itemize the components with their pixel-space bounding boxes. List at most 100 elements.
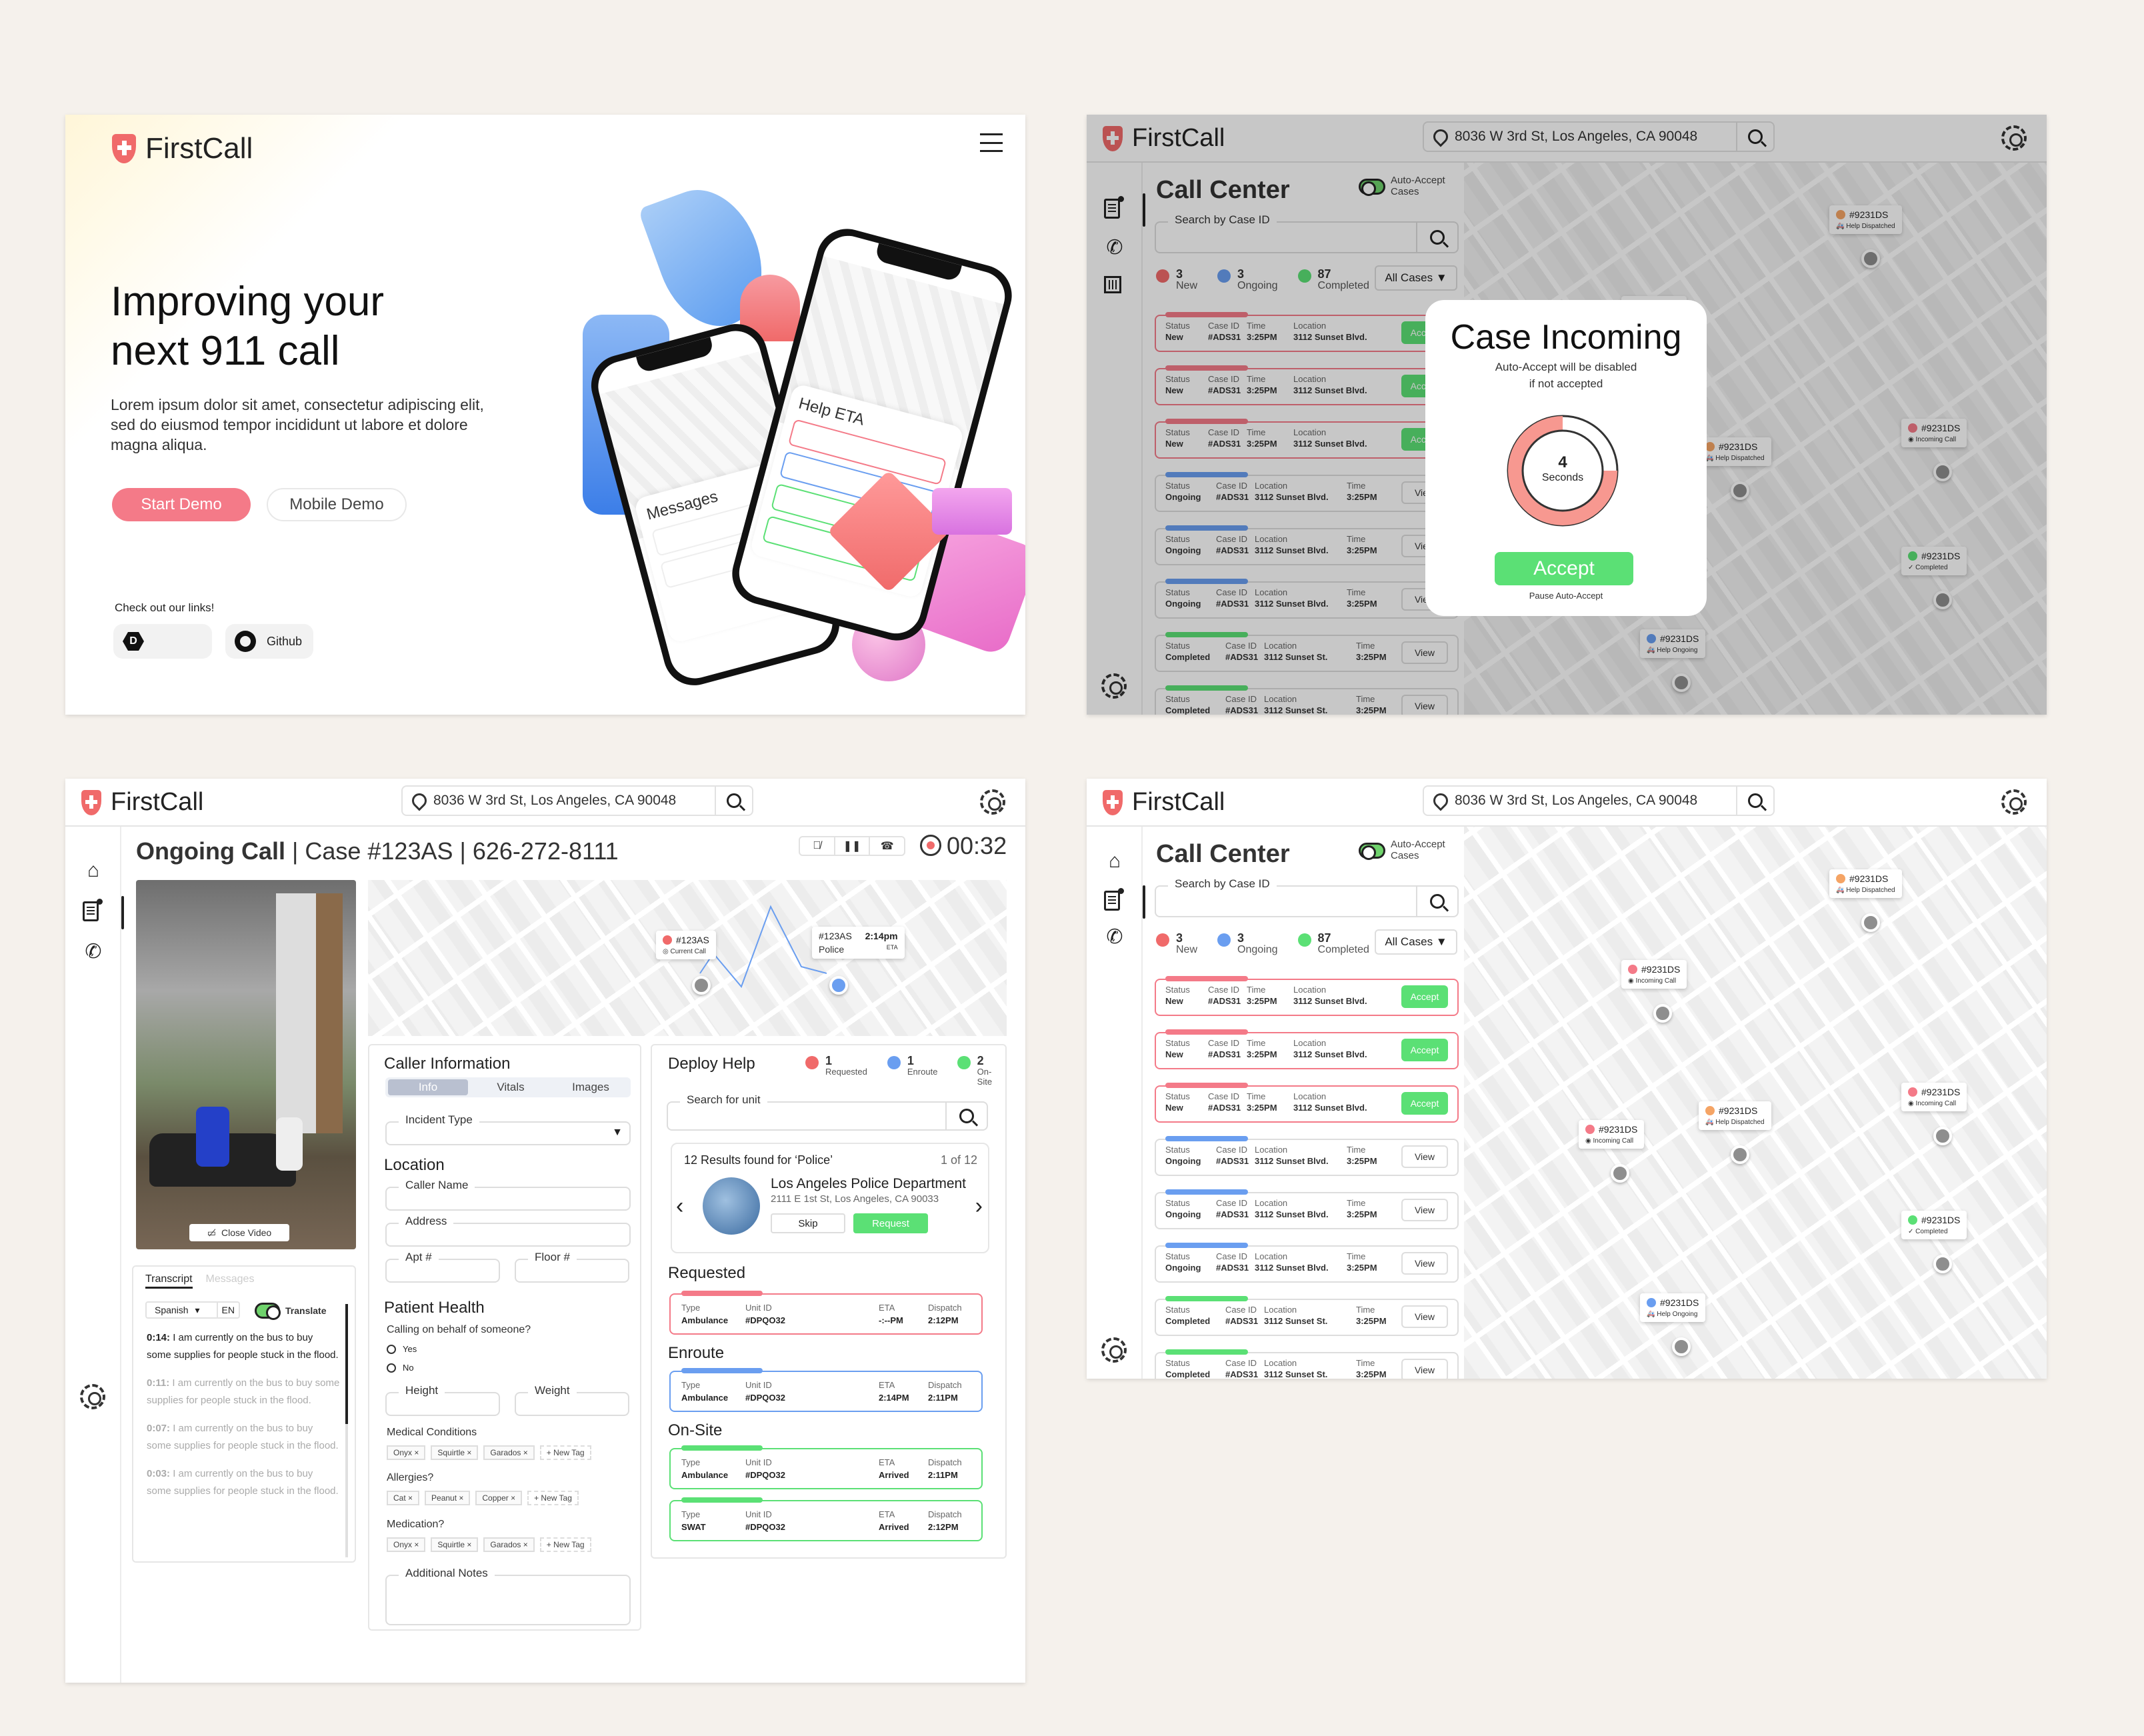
map-pin-marker[interactable] [1933, 1127, 1952, 1145]
close-video-button[interactable]: ▭̸ Close Video [189, 1224, 289, 1241]
view-button[interactable]: View [1401, 1145, 1448, 1168]
pause-icon[interactable]: ❚❚ [835, 837, 871, 855]
case-search-button[interactable] [1416, 887, 1457, 916]
request-unit-button[interactable]: Request [853, 1213, 928, 1233]
tab-messages[interactable]: Messages [206, 1273, 255, 1289]
unit-row[interactable]: Type Unit ID ETA Dispatch SWAT #DPQO32 Arrived… [669, 1497, 983, 1541]
map-pin-card[interactable]: #9231DS ◉ Incoming Call [1901, 1083, 1967, 1111]
map-pin-card-current[interactable]: #123AS ◎ Current Call [656, 931, 716, 959]
pause-auto-accept-link[interactable]: Pause Auto-Accept [1425, 591, 1707, 601]
home-icon[interactable]: ⌂ [1104, 851, 1125, 872]
case-row[interactable]: Status Completed Case ID #ADS31 Location 3112… [1155, 1349, 1459, 1379]
chevron-right-icon[interactable]: › [975, 1193, 983, 1219]
map-pin-marker[interactable] [1672, 1337, 1691, 1356]
tab-transcript[interactable]: Transcript [145, 1273, 193, 1289]
tag-chip[interactable]: Copper × [475, 1491, 523, 1505]
new-tag-button[interactable]: + New Tag [527, 1491, 579, 1505]
map-pin-card[interactable]: #9231DS 🚑 Help Dispatched [1699, 1101, 1771, 1130]
accept-button[interactable]: Accept [1401, 985, 1448, 1008]
unit-search-field[interactable]: Search for unit [667, 1093, 988, 1131]
tag-chip[interactable]: Peanut × [425, 1491, 471, 1505]
case-filter-dropdown[interactable]: All Cases ▼ [1375, 929, 1457, 955]
tag-chip[interactable]: Garados × [483, 1445, 535, 1460]
tag-chip[interactable]: Squirtle × [431, 1445, 479, 1460]
cases-doc-icon[interactable] [83, 899, 103, 921]
tab-images[interactable]: Images [551, 1081, 631, 1094]
map-pin-marker[interactable] [1933, 1255, 1952, 1273]
map-pin-marker[interactable] [1653, 1004, 1672, 1023]
accept-button[interactable]: Accept [1401, 1039, 1448, 1061]
view-button[interactable]: View [1401, 1359, 1448, 1379]
radio-yes[interactable]: Yes [387, 1344, 417, 1354]
caller-name-input[interactable]: Caller Name [385, 1179, 631, 1211]
brand-logo[interactable]: FirstCall [1103, 788, 1225, 817]
unit-row[interactable]: Type Unit ID ETA Dispatch Ambulance #DPQO32 -:… [669, 1291, 983, 1335]
map-pin-card[interactable]: #9231DS 🚑 Help Ongoing [1640, 1293, 1706, 1322]
phone-call-icon[interactable]: ✆ [1104, 927, 1125, 948]
devpost-link[interactable]: D [113, 624, 212, 659]
home-icon[interactable]: ⌂ [83, 860, 104, 881]
map-pin-police[interactable] [829, 976, 848, 995]
case-row[interactable]: Status Ongoing Case ID #ADS31 Location 3112 S… [1155, 1243, 1459, 1283]
map-pin-card[interactable]: #9231DS ◉ Incoming Call [1579, 1120, 1645, 1149]
new-tag-button[interactable]: + New Tag [539, 1445, 591, 1460]
view-button[interactable]: View [1401, 1199, 1448, 1221]
address-search[interactable]: 8036 W 3rd St, Los Angeles, CA 90048 [401, 785, 753, 816]
unit-search-button[interactable] [945, 1103, 987, 1129]
hamburger-menu-icon[interactable] [980, 133, 1003, 152]
additional-notes-textarea[interactable]: Additional Notes [385, 1567, 631, 1625]
weight-input[interactable]: Weight [515, 1384, 629, 1416]
unit-row[interactable]: Type Unit ID ETA Dispatch Ambulance #DPQO32 Ar… [669, 1445, 983, 1489]
map-pin-marker[interactable] [1861, 913, 1880, 932]
new-tag-button[interactable]: + New Tag [539, 1537, 591, 1552]
radio-no[interactable]: No [387, 1363, 414, 1373]
map-pin-card[interactable]: #9231DS 🚑 Help Dispatched [1829, 869, 1902, 898]
case-row[interactable]: Status New Case ID #ADS31 Time 3:25PM Location… [1155, 976, 1459, 1016]
tab-vitals[interactable]: Vitals [471, 1081, 551, 1094]
phone-call-icon[interactable]: ✆ [83, 941, 104, 963]
apt-input[interactable]: Apt # [385, 1251, 500, 1283]
settings-gear-icon[interactable] [980, 789, 1005, 815]
address-search-button[interactable] [1736, 787, 1773, 815]
map-pin-card-police[interactable]: #123AS 2:14pm Police ETA [812, 927, 905, 959]
incident-type-select[interactable]: Incident Type ▼ [385, 1113, 631, 1145]
case-row[interactable]: Status New Case ID #ADS31 Time 3:25PM Location… [1155, 1083, 1459, 1123]
accept-button[interactable]: Accept [1401, 1092, 1448, 1115]
tag-chip[interactable]: Onyx × [387, 1537, 426, 1552]
chevron-left-icon[interactable]: ‹ [676, 1193, 683, 1219]
brand-logo[interactable]: FirstCall [81, 788, 203, 817]
case-row[interactable]: Status Completed Case ID #ADS31 Location 3112… [1155, 1296, 1459, 1336]
language-selector[interactable]: Spanish ▾ EN [145, 1301, 240, 1319]
tag-chip[interactable]: Garados × [483, 1537, 535, 1552]
tab-info[interactable]: Info [388, 1079, 468, 1095]
map-pin-marker[interactable] [1611, 1164, 1629, 1183]
hang-up-icon[interactable]: ☎ [870, 837, 904, 855]
start-demo-button[interactable]: Start Demo [112, 488, 251, 521]
unit-row[interactable]: Type Unit ID ETA Dispatch Ambulance #DPQO32 2:… [669, 1368, 983, 1412]
skip-unit-button[interactable]: Skip [771, 1213, 845, 1233]
settings-gear-icon[interactable] [2001, 789, 2027, 815]
mute-mic-icon[interactable]: 🎙̸ [800, 837, 835, 855]
case-row[interactable]: Status Ongoing Case ID #ADS31 Location 3112 S… [1155, 1189, 1459, 1229]
map-pin-card[interactable]: #9231DS ◉ Incoming Call [1621, 960, 1687, 989]
mobile-demo-button[interactable]: Mobile Demo [267, 488, 407, 521]
sidebar-settings-gear-icon[interactable] [80, 1384, 105, 1409]
case-search-field[interactable]: Search by Case ID [1155, 877, 1459, 917]
case-row[interactable]: Status Ongoing Case ID #ADS31 Location 3112 S… [1155, 1136, 1459, 1176]
view-button[interactable]: View [1401, 1305, 1448, 1328]
map-pin-current[interactable] [692, 976, 711, 995]
brand-logo[interactable]: FirstCall [112, 132, 253, 165]
sidebar-settings-gear-icon[interactable] [1101, 1337, 1127, 1363]
floor-input[interactable]: Floor # [515, 1251, 629, 1283]
transcript-scrollbar[interactable] [345, 1304, 348, 1557]
tag-chip[interactable]: Cat × [387, 1491, 420, 1505]
accept-case-button[interactable]: Accept [1495, 552, 1633, 585]
translate-toggle[interactable] [255, 1303, 281, 1320]
view-button[interactable]: View [1401, 1252, 1448, 1275]
tag-chip[interactable]: Squirtle × [431, 1537, 479, 1552]
cases-doc-icon[interactable] [1104, 888, 1124, 911]
address-input[interactable]: Address [385, 1215, 631, 1247]
address-search[interactable]: 8036 W 3rd St, Los Angeles, CA 90048 [1423, 785, 1775, 816]
map-pin-marker[interactable] [1731, 1145, 1749, 1164]
auto-accept-toggle[interactable] [1359, 843, 1385, 860]
